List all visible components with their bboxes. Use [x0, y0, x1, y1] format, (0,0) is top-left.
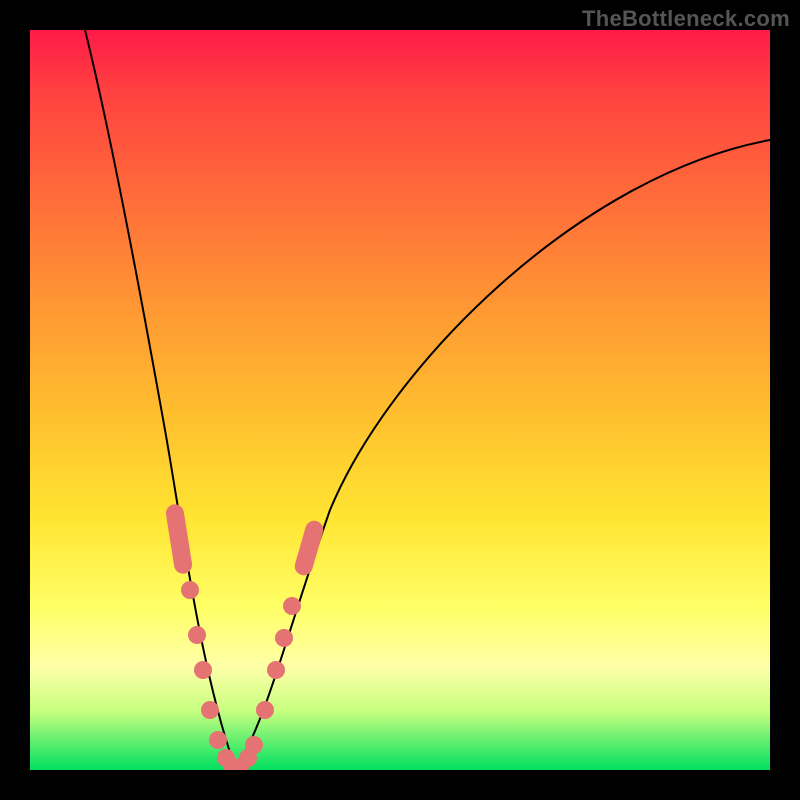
marker-capsule-left	[165, 503, 194, 575]
marker-dot	[239, 749, 257, 767]
marker-dot	[217, 749, 235, 767]
marker-dot	[201, 701, 219, 719]
marker-dot	[194, 661, 212, 679]
marker-dot	[188, 626, 206, 644]
watermark-label: TheBottleneck.com	[582, 6, 790, 32]
curve-left	[85, 30, 236, 770]
marker-dot	[256, 701, 274, 719]
chart-frame	[30, 30, 770, 770]
chart-svg	[30, 30, 770, 770]
marker-dot	[245, 736, 263, 754]
marker-dot	[275, 629, 293, 647]
marker-dot	[267, 661, 285, 679]
marker-dot	[223, 758, 241, 770]
marker-dot	[209, 731, 227, 749]
marker-dot	[231, 758, 249, 770]
marker-capsule-right	[293, 519, 326, 578]
curve-right	[236, 140, 770, 770]
marker-dot	[181, 581, 199, 599]
marker-dot	[283, 597, 301, 615]
